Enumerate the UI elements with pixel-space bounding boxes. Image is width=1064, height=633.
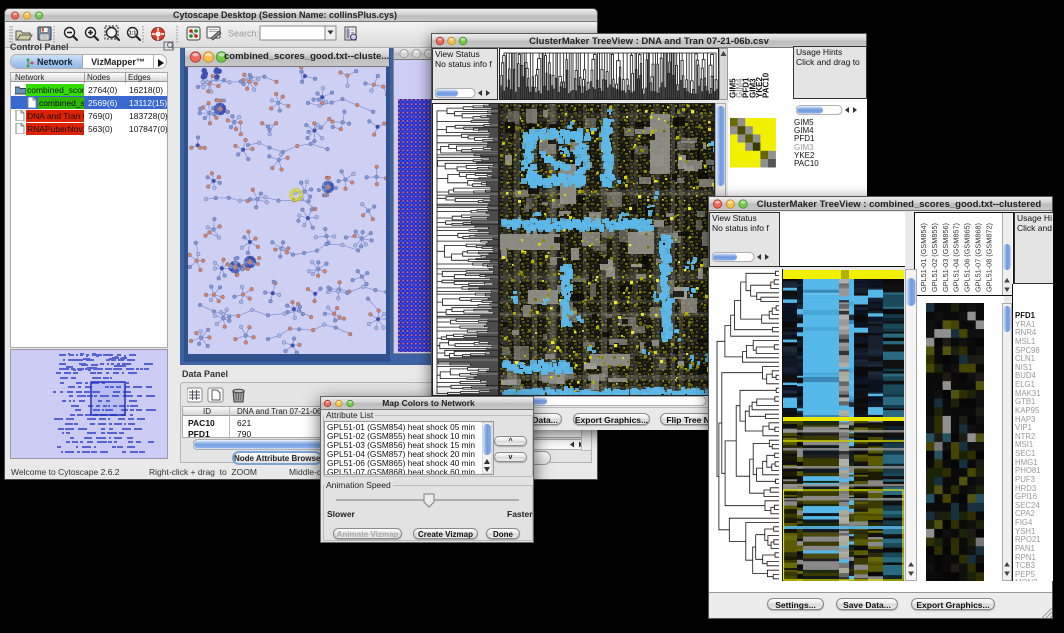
svg-text:GPL51-08 (GSM872): GPL51-08 (GSM872) xyxy=(984,223,993,292)
svg-text:GPL51-03 (GSM856): GPL51-03 (GSM856) xyxy=(941,223,950,292)
svg-text:Search:: Search: xyxy=(228,29,259,39)
svg-text:GPL51-07 (GSM868): GPL51-07 (GSM868) xyxy=(974,223,983,292)
svg-text:GPL51-02 (GSM855): GPL51-02 (GSM855) xyxy=(930,223,939,292)
svg-text:GPL51-04 (GSM857): GPL51-04 (GSM857) xyxy=(952,223,961,292)
svg-text:PAC10: PAC10 xyxy=(762,72,771,98)
svg-text:GPL51-01 (GSM854): GPL51-01 (GSM854) xyxy=(919,223,928,292)
svg-text:GPL51-06 (GSM865): GPL51-06 (GSM865) xyxy=(963,223,972,292)
